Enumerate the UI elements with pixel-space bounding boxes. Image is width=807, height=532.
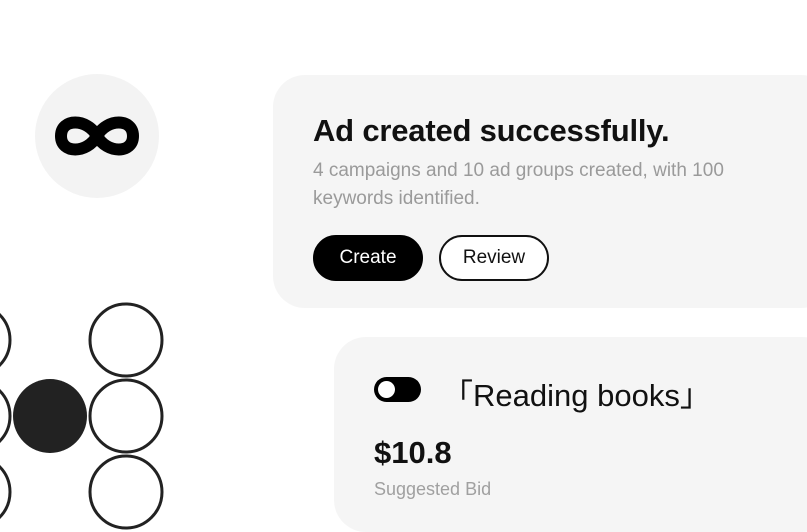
outline-circle (0, 312, 12, 368)
outline-circle (88, 378, 164, 454)
success-card: Ad created successfully. 4 campaigns and… (273, 75, 807, 308)
success-description: 4 campaigns and 10 ad groups created, wi… (313, 160, 724, 209)
toggle-knob (378, 381, 395, 398)
filled-circle (13, 379, 87, 453)
outline-circle (0, 464, 12, 520)
logo (35, 74, 159, 198)
create-button[interactable]: Create (313, 235, 423, 281)
keyword-toggle[interactable] (374, 377, 421, 402)
outline-circle (0, 388, 12, 444)
keyword-card: 「Reading books」 $10.8 Suggested Bid (334, 337, 807, 532)
outline-circle (88, 302, 164, 378)
bid-label: Suggested Bid (374, 479, 492, 499)
bid-value: $10.8 (374, 435, 452, 470)
outline-circle (88, 454, 164, 530)
page: Ad created successfully. 4 campaigns and… (0, 0, 807, 532)
review-button[interactable]: Review (439, 235, 549, 281)
keyword-title: 「Reading books」 (442, 378, 711, 413)
success-title: Ad created successfully. (313, 113, 670, 148)
circle-grid-decoration (0, 302, 164, 530)
infinity-icon (55, 116, 139, 156)
